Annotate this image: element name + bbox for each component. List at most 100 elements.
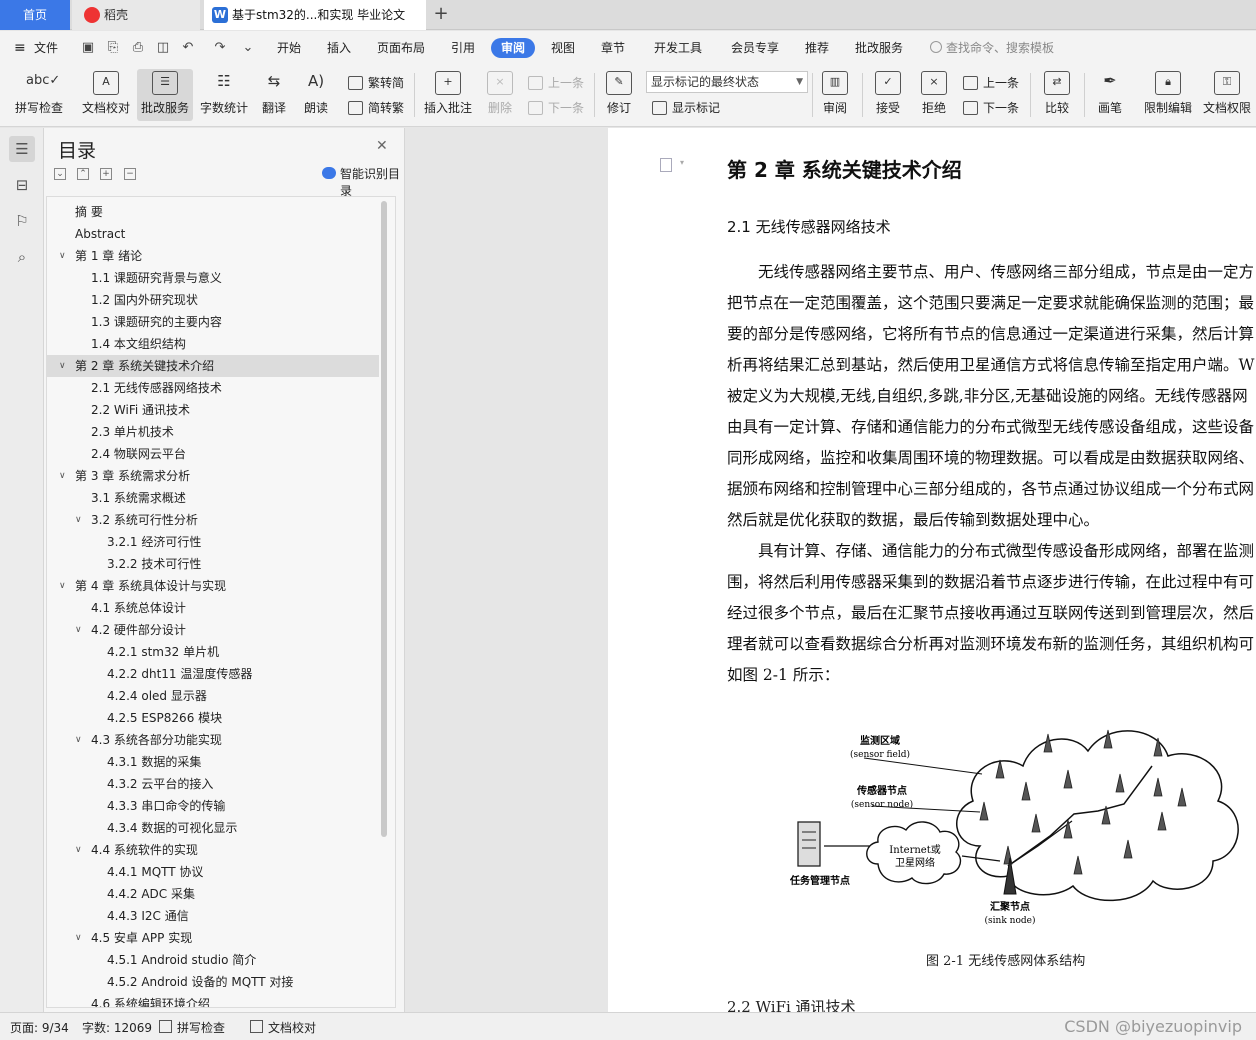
toc-item[interactable]: 4.4.3 I2C 通信	[47, 905, 379, 927]
menu-dev-tools[interactable]: 开发工具	[648, 38, 708, 58]
word-count[interactable]: 字数: 12069	[82, 1019, 152, 1036]
add-heading-icon[interactable]: +	[100, 168, 112, 180]
toc-item[interactable]: 4.2.2 dht11 温湿度传感器	[47, 663, 379, 685]
menu-recommend[interactable]: 推荐	[800, 38, 834, 58]
doc-proof-button[interactable]: A 文档校对	[78, 69, 134, 121]
search-icon[interactable]: ⌕	[9, 244, 35, 270]
reject-button[interactable]: × 拒绝	[914, 69, 954, 121]
revise-button[interactable]: ✎ 修订	[600, 69, 638, 121]
toc-item[interactable]: 4.2.4 oled 显示器	[47, 685, 379, 707]
chevron-down-icon[interactable]: ∨	[75, 619, 82, 641]
command-search[interactable]: 查找命令、搜索模板	[930, 38, 1054, 58]
more-quick-icon[interactable]: ⌄	[240, 40, 256, 56]
page-paragraph-icon[interactable]	[660, 158, 672, 172]
toc-item[interactable]: Abstract	[47, 223, 379, 245]
remove-heading-icon[interactable]: −	[124, 168, 136, 180]
toc-item[interactable]: ∨ 第 2 章 系统关键技术介绍	[47, 355, 379, 377]
toc-item[interactable]: 3.2.1 经济可行性	[47, 531, 379, 553]
toc-item[interactable]: ∨ 4.3 系统各部分功能实现	[47, 729, 379, 751]
redo-icon[interactable]: ↷	[212, 40, 228, 56]
collapse-all-icon[interactable]: ⌃	[77, 168, 89, 180]
toc-item[interactable]: ∨ 第 4 章 系统具体设计与实现	[47, 575, 379, 597]
spell-check-button[interactable]: abc✓ 拼写检查	[8, 69, 70, 121]
trad-to-simp-button[interactable]: 繁转简	[348, 73, 404, 93]
close-icon[interactable]: ✕	[376, 138, 388, 154]
toc-item[interactable]: 4.5.2 Android 设备的 MQTT 对接	[47, 971, 379, 993]
chapter-nav-icon[interactable]: ⊟	[9, 172, 35, 198]
pen-button[interactable]: ✒ 画笔	[1090, 69, 1130, 121]
markup-state-select[interactable]: 显示标记的最终状态 ▼	[646, 71, 808, 93]
print-icon[interactable]: ⎙	[130, 40, 146, 56]
smart-detect-toc-button[interactable]: 智能识别目录	[322, 165, 404, 199]
toc-item[interactable]: 1.4 本文组织结构	[47, 333, 379, 355]
menu-start[interactable]: 开始	[272, 38, 306, 58]
chevron-down-icon[interactable]: ∨	[59, 245, 66, 267]
show-markup-button[interactable]: 显示标记	[652, 98, 720, 118]
menu-correction[interactable]: 批改服务	[850, 38, 908, 58]
document-page[interactable]: ▾ 第 2 章 系统关键技术介绍 2.1 无线传感器网络技术 无线传感器网络主要…	[608, 128, 1256, 1012]
chevron-down-icon[interactable]: ∨	[75, 839, 82, 861]
menu-review[interactable]: 审阅	[491, 38, 535, 58]
read-aloud-button[interactable]: A) 朗读	[298, 69, 334, 121]
status-doc-proof[interactable]: 文档校对	[268, 1019, 316, 1036]
menu-member[interactable]: 会员专享	[726, 38, 784, 58]
toc-item[interactable]: ∨ 第 3 章 系统需求分析	[47, 465, 379, 487]
bookmark-icon[interactable]: ⚐	[9, 208, 35, 234]
toc-item[interactable]: 2.4 物联网云平台	[47, 443, 379, 465]
toc-item[interactable]: 4.6 系统编辑环境介绍	[47, 993, 379, 1007]
toc-item[interactable]: 2.3 单片机技术	[47, 421, 379, 443]
translate-button[interactable]: ⇆ 翻译	[255, 69, 293, 121]
chevron-down-icon[interactable]: ∨	[75, 729, 82, 751]
menu-page-layout[interactable]: 页面布局	[372, 38, 430, 58]
tab-home[interactable]: 首页	[0, 0, 70, 30]
toc-item[interactable]: 4.2.5 ESP8266 模块	[47, 707, 379, 729]
toc-item[interactable]: 1.3 课题研究的主要内容	[47, 311, 379, 333]
toc-item[interactable]: 2.2 WiFi 通讯技术	[47, 399, 379, 421]
toc-item[interactable]: 4.3.3 串口命令的传输	[47, 795, 379, 817]
next-comment-button[interactable]: 下一条	[528, 98, 584, 118]
toc-item[interactable]: 1.1 课题研究背景与意义	[47, 267, 379, 289]
export-icon[interactable]: ⎘	[105, 40, 121, 56]
toc-item[interactable]: 2.1 无线传感器网络技术	[47, 377, 379, 399]
toc-item[interactable]: 4.5.1 Android studio 简介	[47, 949, 379, 971]
chevron-down-icon[interactable]: ▾	[680, 158, 684, 167]
chevron-down-icon[interactable]: ∨	[75, 509, 82, 531]
doc-permission-button[interactable]: ⚿ 文档权限	[1199, 69, 1255, 121]
new-tab-plus-icon[interactable]: +	[430, 4, 452, 26]
print-preview-icon[interactable]: ◫	[155, 40, 171, 56]
toc-item[interactable]: 4.2.1 stm32 单片机	[47, 641, 379, 663]
toc-item[interactable]: ∨ 3.2 系统可行性分析	[47, 509, 379, 531]
toc-item[interactable]: 4.3.2 云平台的接入	[47, 773, 379, 795]
review-pane-button[interactable]: ▥ 审阅	[816, 69, 854, 121]
toc-item[interactable]: 4.1 系统总体设计	[47, 597, 379, 619]
restrict-edit-button[interactable]: 🔒︎ 限制编辑	[1140, 69, 1196, 121]
page-count[interactable]: 页面: 9/34	[10, 1019, 69, 1036]
chevron-down-icon[interactable]: ∨	[59, 465, 66, 487]
menu-insert[interactable]: 插入	[322, 38, 356, 58]
toc-item[interactable]: 4.3.4 数据的可视化显示	[47, 817, 379, 839]
prev-change-button[interactable]: 上一条	[963, 73, 1019, 93]
toc-item[interactable]: 1.2 国内外研究现状	[47, 289, 379, 311]
toc-item[interactable]: ∨ 4.5 安卓 APP 实现	[47, 927, 379, 949]
toc-item[interactable]: ∨ 4.4 系统软件的实现	[47, 839, 379, 861]
file-menu[interactable]: ≡ 文件	[12, 38, 64, 58]
chevron-down-icon[interactable]: ∨	[59, 575, 66, 597]
menu-reference[interactable]: 引用	[446, 38, 480, 58]
toc-item[interactable]: 4.3.1 数据的采集	[47, 751, 379, 773]
menu-view[interactable]: 视图	[546, 38, 580, 58]
toc-item[interactable]: 4.4.1 MQTT 协议	[47, 861, 379, 883]
toc-item[interactable]: 4.4.2 ADC 采集	[47, 883, 379, 905]
toc-item[interactable]: 3.2.2 技术可行性	[47, 553, 379, 575]
toc-item[interactable]: 3.1 系统需求概述	[47, 487, 379, 509]
delete-comment-button[interactable]: × 删除	[480, 69, 520, 121]
toc-item[interactable]: ∨ 4.2 硬件部分设计	[47, 619, 379, 641]
compare-button[interactable]: ⇄ 比较	[1036, 69, 1078, 121]
insert-comment-button[interactable]: + 插入批注	[420, 69, 476, 121]
prev-comment-button[interactable]: 上一条	[528, 73, 584, 93]
menu-chapter[interactable]: 章节	[596, 38, 630, 58]
undo-icon[interactable]: ↶	[180, 40, 196, 56]
toc-item[interactable]: 摘 要	[47, 201, 379, 223]
correction-service-button[interactable]: ☰ 批改服务	[137, 69, 193, 121]
save-icon[interactable]: ▣	[80, 40, 96, 56]
chevron-down-icon[interactable]: ∨	[75, 927, 82, 949]
